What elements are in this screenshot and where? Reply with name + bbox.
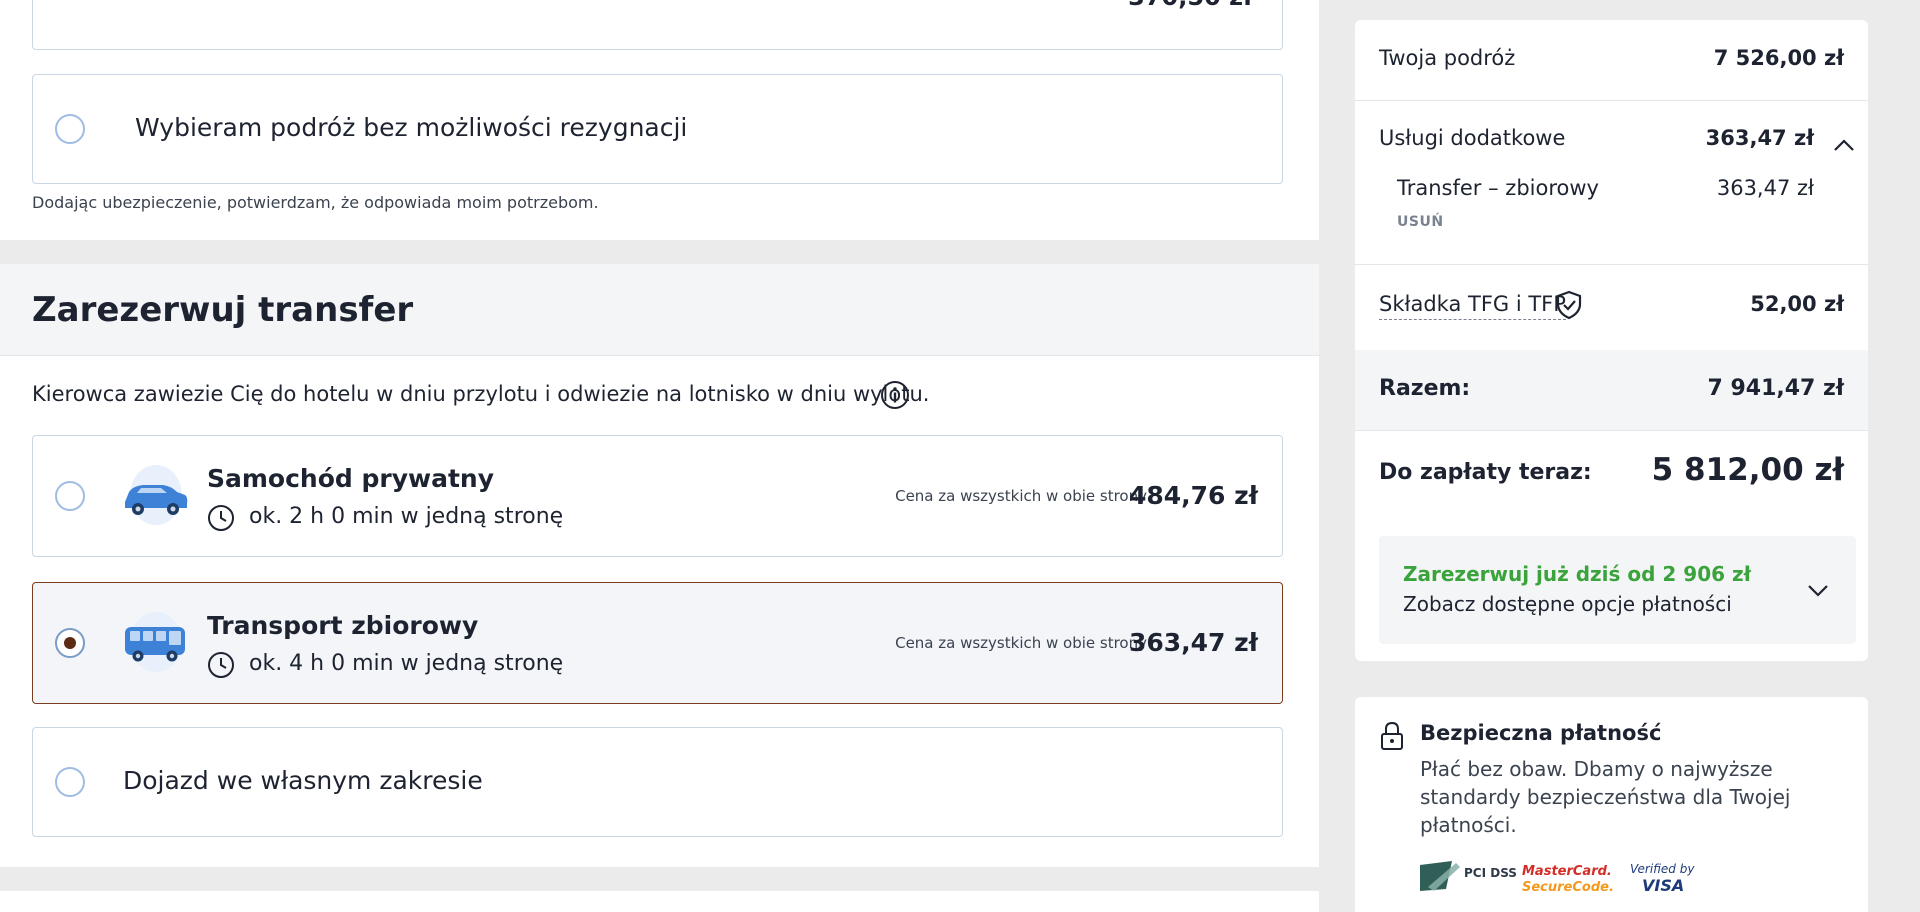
transfer-price-label: Cena za wszystkich w obie strony bbox=[895, 487, 1147, 505]
transfer-header: Zarezerwuj transfer bbox=[0, 264, 1319, 356]
transfer-description: Kierowca zawiezie Cię do hotelu w dniu p… bbox=[32, 382, 930, 406]
extras-item-value: 363,47 zł bbox=[1716, 176, 1814, 200]
tfg-label[interactable]: Składka TFG i TFP bbox=[1379, 292, 1566, 320]
extras-item-label: Transfer – zbiorowy bbox=[1397, 176, 1599, 200]
divider bbox=[1355, 264, 1868, 265]
transfer-option-name: Transport zbiorowy bbox=[207, 611, 479, 640]
divider bbox=[1355, 100, 1868, 101]
transfer-option-private-car[interactable]: Samochód prywatny ok. 2 h 0 min w jedną … bbox=[32, 435, 1283, 557]
no-cancellation-label: Wybieram podróż bez możliwości rezygnacj… bbox=[135, 113, 688, 142]
total-label: Razem: bbox=[1379, 376, 1471, 401]
transfer-radio-own[interactable] bbox=[55, 767, 85, 797]
payment-options-toggle[interactable]: Zarezerwuj już dziś od 2 906 zł Zobacz d… bbox=[1379, 536, 1856, 644]
pay-now-label: Do zapłaty teraz: bbox=[1379, 460, 1592, 485]
transfer-title: Zarezerwuj transfer bbox=[32, 290, 414, 330]
transfer-price: 484,76 zł bbox=[1128, 481, 1258, 510]
pci-dss-logo: PCI DSS bbox=[1420, 861, 1517, 891]
insurance-card: 370,50 zł Wybieram podróż bez możliwości… bbox=[0, 0, 1319, 240]
insurance-option-price: 370,50 zł bbox=[1128, 0, 1252, 11]
reserve-subtitle: Zobacz dostępne opcje płatności bbox=[1403, 592, 1732, 616]
securecode-text: SecureCode. bbox=[1522, 880, 1614, 895]
trip-value: 7 526,00 zł bbox=[1713, 46, 1844, 70]
payment-security-logos: PCI DSS MasterCard. SecureCode. Verified… bbox=[1420, 861, 1695, 895]
reserve-title: Zarezerwuj już dziś od 2 906 zł bbox=[1403, 562, 1752, 586]
total-row: Razem: 7 941,47 zł bbox=[1355, 350, 1868, 430]
pay-now-value: 5 812,00 zł bbox=[1651, 452, 1844, 488]
secure-payment-title: Bezpieczna płatność bbox=[1420, 721, 1662, 745]
pci-dss-text: PCI DSS bbox=[1464, 866, 1517, 880]
car-icon bbox=[125, 465, 188, 525]
transfer-price-label: Cena za wszystkich w obie strony bbox=[895, 634, 1147, 652]
transfer-option-duration: ok. 4 h 0 min w jedną stronę bbox=[249, 651, 564, 676]
shield-check-icon bbox=[1556, 290, 1582, 320]
verified-by-visa-logo: Verified by VISA bbox=[1630, 862, 1695, 895]
info-icon[interactable] bbox=[880, 380, 910, 410]
transfer-card: Zarezerwuj transfer Kierowca zawiezie Ci… bbox=[0, 264, 1319, 867]
transfer-option-shared[interactable]: Transport zbiorowy ok. 4 h 0 min w jedną… bbox=[32, 582, 1283, 704]
mastercard-securecode-logo: MasterCard. SecureCode. bbox=[1522, 864, 1614, 895]
clock-icon bbox=[208, 505, 234, 531]
chevron-up-icon[interactable] bbox=[1830, 132, 1858, 160]
trip-label: Twoja podróż bbox=[1379, 46, 1516, 70]
secure-payment-text: Płać bez obaw. Dbamy o najwyższe standar… bbox=[1420, 757, 1791, 837]
divider bbox=[1355, 430, 1868, 431]
verified-by-text: Verified by bbox=[1630, 862, 1695, 876]
transfer-radio-private-car[interactable] bbox=[55, 481, 85, 511]
next-section-card bbox=[0, 891, 1319, 912]
visa-text: VISA bbox=[1642, 876, 1684, 895]
transfer-option-own[interactable]: Dojazd we własnym zakresie bbox=[32, 727, 1283, 837]
transfer-option-name: Samochód prywatny bbox=[207, 464, 495, 493]
no-cancellation-radio[interactable] bbox=[55, 114, 85, 144]
insurance-disclaimer: Dodając ubezpieczenie, potwierdzam, że o… bbox=[32, 193, 599, 212]
transfer-radio-shared[interactable] bbox=[55, 628, 85, 658]
bus-icon bbox=[125, 612, 185, 672]
clock-icon bbox=[208, 652, 234, 678]
chevron-down-icon[interactable] bbox=[1804, 576, 1832, 604]
remove-extra-link[interactable]: USUŃ bbox=[1397, 214, 1444, 230]
tfg-value: 52,00 zł bbox=[1750, 292, 1844, 316]
extras-label: Usługi dodatkowe bbox=[1379, 126, 1566, 150]
transfer-option-duration: ok. 2 h 0 min w jedną stronę bbox=[249, 504, 564, 529]
total-value: 7 941,47 zł bbox=[1707, 376, 1845, 401]
insurance-option-cut[interactable]: 370,50 zł bbox=[32, 0, 1283, 50]
no-cancellation-option[interactable]: Wybieram podróż bez możliwości rezygnacj… bbox=[32, 74, 1283, 184]
extras-value: 363,47 zł bbox=[1705, 126, 1814, 150]
price-summary-card: Twoja podróż 7 526,00 zł Usługi dodatkow… bbox=[1355, 20, 1868, 661]
secure-payment-card: Bezpieczna płatność Płać bez obaw. Dbamy… bbox=[1355, 697, 1868, 912]
mastercard-text: MasterCard. bbox=[1522, 864, 1612, 879]
lock-icon bbox=[1381, 721, 1403, 750]
transfer-price: 363,47 zł bbox=[1128, 628, 1258, 657]
transfer-option-own-label: Dojazd we własnym zakresie bbox=[123, 766, 483, 795]
